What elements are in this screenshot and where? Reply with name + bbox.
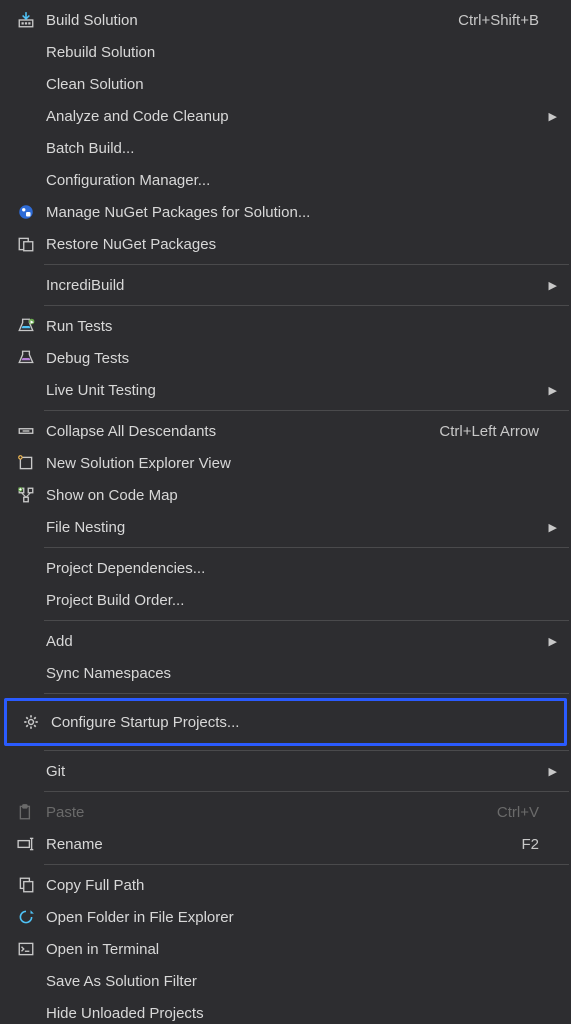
copy-icon	[6, 876, 46, 894]
terminal-icon	[6, 940, 46, 958]
shortcut: F2	[501, 836, 539, 853]
menu-item-label: Analyze and Code Cleanup	[46, 108, 539, 125]
menu-item-project-build-order[interactable]: Project Build Order...	[2, 584, 569, 616]
separator	[44, 305, 569, 306]
menu-item-label: Batch Build...	[46, 140, 539, 157]
menu-item-label: Save As Solution Filter	[46, 973, 539, 990]
menu-item-open-folder-in-file-explorer[interactable]: Open Folder in File Explorer	[2, 901, 569, 933]
submenu-arrow-icon: ▶	[539, 521, 557, 534]
open-folder-icon	[6, 908, 46, 926]
menu-item-label: Project Dependencies...	[46, 560, 539, 577]
menu-item-label: Show on Code Map	[46, 487, 539, 504]
menu-item-label: New Solution Explorer View	[46, 455, 539, 472]
menu-item-label: Git	[46, 763, 539, 780]
menu-item-analyze-and-code-cleanup[interactable]: Analyze and Code Cleanup▶	[2, 100, 569, 132]
context-menu: Build SolutionCtrl+Shift+B Rebuild Soluti…	[0, 0, 571, 1024]
menu-item-label: Hide Unloaded Projects	[46, 1005, 539, 1022]
menu-item-paste: PasteCtrl+V	[2, 796, 569, 828]
separator	[44, 547, 569, 548]
separator	[44, 791, 569, 792]
submenu-arrow-icon: ▶	[539, 765, 557, 778]
submenu-arrow-icon: ▶	[539, 384, 557, 397]
highlighted-item: Configure Startup Projects...	[4, 698, 567, 746]
build-icon	[6, 11, 46, 29]
shortcut: Ctrl+V	[477, 804, 539, 821]
menu-item-open-in-terminal[interactable]: Open in Terminal	[2, 933, 569, 965]
separator	[44, 750, 569, 751]
menu-item-label: Debug Tests	[46, 350, 539, 367]
shortcut: Ctrl+Shift+B	[438, 12, 539, 29]
menu-item-rebuild-solution[interactable]: Rebuild Solution	[2, 36, 569, 68]
menu-item-live-unit-testing[interactable]: Live Unit Testing▶	[2, 374, 569, 406]
menu-item-clean-solution[interactable]: Clean Solution	[2, 68, 569, 100]
menu-item-label: Live Unit Testing	[46, 382, 539, 399]
nuget-icon	[6, 203, 46, 221]
menu-item-label: Sync Namespaces	[46, 665, 539, 682]
menu-item-run-tests[interactable]: Run Tests	[2, 310, 569, 342]
menu-item-file-nesting[interactable]: File Nesting▶	[2, 511, 569, 543]
menu-item-label: File Nesting	[46, 519, 539, 536]
menu-item-new-solution-explorer-view[interactable]: New Solution Explorer View	[2, 447, 569, 479]
menu-item-configuration-manager[interactable]: Configuration Manager...	[2, 164, 569, 196]
menu-item-copy-full-path[interactable]: Copy Full Path	[2, 869, 569, 901]
menu-item-configure-startup-projects[interactable]: Configure Startup Projects...	[7, 701, 564, 743]
run-tests-icon	[6, 317, 46, 335]
debug-tests-icon	[6, 349, 46, 367]
menu-item-hide-unloaded-projects[interactable]: Hide Unloaded Projects	[2, 997, 569, 1024]
menu-item-label: Add	[46, 633, 539, 650]
menu-item-git[interactable]: Git▶	[2, 755, 569, 787]
menu-item-label: IncrediBuild	[46, 277, 539, 294]
menu-item-label: Manage NuGet Packages for Solution...	[46, 204, 539, 221]
menu-item-restore-nuget-packages[interactable]: Restore NuGet Packages	[2, 228, 569, 260]
menu-item-label: Rebuild Solution	[46, 44, 539, 61]
separator	[44, 264, 569, 265]
menu-item-batch-build[interactable]: Batch Build...	[2, 132, 569, 164]
menu-item-label: Run Tests	[46, 318, 539, 335]
menu-item-build-solution[interactable]: Build SolutionCtrl+Shift+B	[2, 4, 569, 36]
submenu-arrow-icon: ▶	[539, 279, 557, 292]
code-map-icon	[6, 486, 46, 504]
menu-item-rename[interactable]: RenameF2	[2, 828, 569, 860]
menu-item-label: Clean Solution	[46, 76, 539, 93]
menu-item-label: Copy Full Path	[46, 877, 539, 894]
new-view-icon	[6, 454, 46, 472]
menu-item-label: Collapse All Descendants	[46, 423, 419, 440]
menu-item-incredibuild[interactable]: IncrediBuild▶	[2, 269, 569, 301]
menu-item-project-dependencies[interactable]: Project Dependencies...	[2, 552, 569, 584]
menu-item-save-as-solution-filter[interactable]: Save As Solution Filter	[2, 965, 569, 997]
collapse-icon	[6, 422, 46, 440]
separator	[44, 410, 569, 411]
separator	[44, 693, 569, 694]
menu-item-manage-nuget-packages-for-solution[interactable]: Manage NuGet Packages for Solution...	[2, 196, 569, 228]
menu-item-label: Build Solution	[46, 12, 438, 29]
menu-item-debug-tests[interactable]: Debug Tests	[2, 342, 569, 374]
separator	[44, 864, 569, 865]
menu-item-sync-namespaces[interactable]: Sync Namespaces	[2, 657, 569, 689]
menu-item-label: Open in Terminal	[46, 941, 539, 958]
separator	[44, 620, 569, 621]
gear-icon	[11, 713, 51, 731]
menu-item-label: Project Build Order...	[46, 592, 539, 609]
submenu-arrow-icon: ▶	[539, 110, 557, 123]
menu-item-collapse-all-descendants[interactable]: Collapse All DescendantsCtrl+Left Arrow	[2, 415, 569, 447]
paste-icon	[6, 803, 46, 821]
submenu-arrow-icon: ▶	[539, 635, 557, 648]
menu-item-label: Configuration Manager...	[46, 172, 539, 189]
menu-item-label: Rename	[46, 836, 501, 853]
rename-icon	[6, 835, 46, 853]
menu-item-label: Restore NuGet Packages	[46, 236, 539, 253]
shortcut: Ctrl+Left Arrow	[419, 423, 539, 440]
menu-item-add[interactable]: Add▶	[2, 625, 569, 657]
restore-icon	[6, 235, 46, 253]
menu-item-show-on-code-map[interactable]: Show on Code Map	[2, 479, 569, 511]
menu-item-label: Configure Startup Projects...	[51, 714, 534, 731]
menu-item-label: Paste	[46, 804, 477, 821]
menu-item-label: Open Folder in File Explorer	[46, 909, 539, 926]
